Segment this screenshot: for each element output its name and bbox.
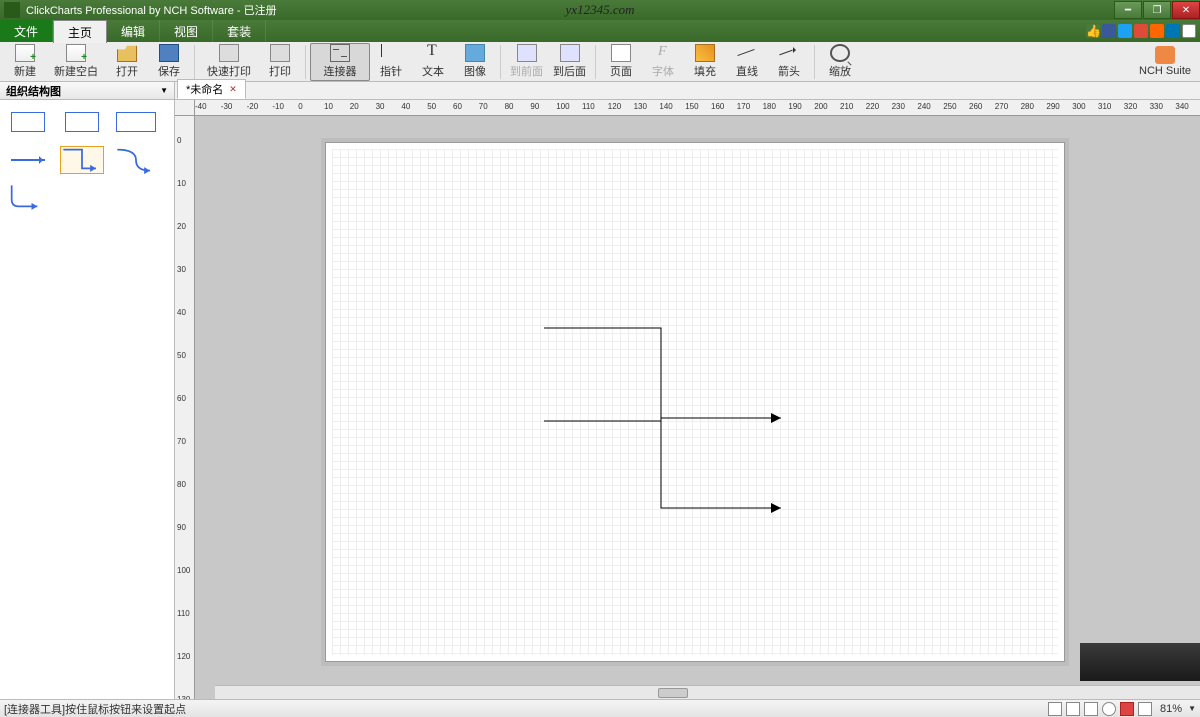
pointer-button[interactable]: 指针 xyxy=(370,43,412,81)
snap-icon[interactable] xyxy=(1066,702,1080,716)
social-icons: 👍 xyxy=(1086,20,1200,42)
grid-toggle-icon[interactable] xyxy=(1084,702,1098,716)
arrow-button[interactable]: 箭头 xyxy=(768,43,810,81)
shape-rect-1[interactable] xyxy=(6,108,50,136)
gplus-icon[interactable] xyxy=(1134,24,1148,38)
tab-suite[interactable]: 套装 xyxy=(213,20,266,42)
zoom-button[interactable]: 缩放 xyxy=(819,43,861,81)
zoom-level[interactable]: 81% xyxy=(1160,703,1182,715)
tab-home[interactable]: 主页 xyxy=(53,20,107,43)
line-button[interactable]: 直线 xyxy=(726,43,768,81)
open-button[interactable]: 打开 xyxy=(106,43,148,81)
fill-button[interactable]: 填充 xyxy=(684,43,726,81)
magnifier-icon xyxy=(830,44,850,62)
shapes-panel-header[interactable]: 组织结构图 ▼ xyxy=(0,82,174,100)
save-button[interactable]: 保存 xyxy=(148,43,190,81)
document-tab-name: *未命名 xyxy=(186,81,223,97)
app-icon xyxy=(4,2,20,18)
shape-elbow-connector[interactable] xyxy=(60,146,104,174)
close-button[interactable]: ✕ xyxy=(1172,1,1200,19)
close-tab-icon[interactable]: ✕ xyxy=(229,84,237,95)
shapes-panel: 组织结构图 ▼ xyxy=(0,82,175,699)
shape-rect-3[interactable] xyxy=(114,108,158,136)
nch-suite-button[interactable]: NCH Suite xyxy=(1134,43,1196,81)
ruler-corner xyxy=(175,100,195,116)
canvas-viewport[interactable] xyxy=(195,116,1200,699)
linkedin-icon[interactable] xyxy=(1166,24,1180,38)
connector-button[interactable]: 连接器 xyxy=(310,43,370,81)
bring-front-icon xyxy=(517,44,537,62)
document-tabs: *未命名 ✕ xyxy=(175,82,1200,100)
tab-view[interactable]: 视图 xyxy=(160,20,213,42)
facebook-icon[interactable] xyxy=(1102,24,1116,38)
ribbon-toolbar: 新建 新建空白 打开 保存 快速打印 打印 连接器 指针 文本 图像 到前面 到… xyxy=(0,42,1200,82)
status-bar: [连接器工具]按住鼠标按钮来设置起点 81% ▼ xyxy=(0,699,1200,717)
twitter-icon[interactable] xyxy=(1118,24,1132,38)
font-button[interactable]: 字体 xyxy=(642,43,684,81)
print-button[interactable]: 打印 xyxy=(259,43,301,81)
horizontal-ruler: -40-30-20-100102030405060708090100110120… xyxy=(195,100,1200,116)
record-icon[interactable] xyxy=(1120,702,1134,716)
floppy-icon xyxy=(159,44,179,62)
histogram-overlay xyxy=(1080,643,1200,681)
layers-icon[interactable] xyxy=(1138,702,1152,716)
printer-icon xyxy=(270,44,290,62)
watermark: yx12345.com xyxy=(566,2,635,18)
new-button[interactable]: 新建 xyxy=(4,43,46,81)
doc-plus-icon xyxy=(15,44,35,62)
fill-icon xyxy=(695,44,715,62)
printer-quick-icon xyxy=(219,44,239,62)
new-blank-button[interactable]: 新建空白 xyxy=(46,43,106,81)
doc-blank-icon xyxy=(66,44,86,62)
folder-open-icon xyxy=(117,44,137,62)
image-icon xyxy=(465,44,485,62)
text-button[interactable]: 文本 xyxy=(412,43,454,81)
arrow-icon xyxy=(779,44,799,62)
select-mode-icon[interactable] xyxy=(1048,702,1062,716)
shape-curve-connector[interactable] xyxy=(114,146,158,174)
shape-elbow-down[interactable] xyxy=(6,184,50,212)
maximize-button[interactable]: ❐ xyxy=(1143,1,1171,19)
page-button[interactable]: 页面 xyxy=(600,43,642,81)
status-text: [连接器工具]按住鼠标按钮来设置起点 xyxy=(4,701,186,717)
page[interactable] xyxy=(325,142,1065,662)
text-icon xyxy=(423,44,443,62)
chevron-down-icon: ▼ xyxy=(160,86,168,95)
vertical-ruler: 0102030405060708090100110120130 xyxy=(175,116,195,699)
document-tab[interactable]: *未命名 ✕ xyxy=(177,79,246,99)
drawing-content xyxy=(326,143,1066,663)
shape-rect-2[interactable] xyxy=(60,108,104,136)
mail-icon[interactable] xyxy=(1182,24,1196,38)
line-icon xyxy=(737,44,757,62)
shapes-panel-title: 组织结构图 xyxy=(6,83,61,99)
rss-icon[interactable] xyxy=(1150,24,1164,38)
tab-edit[interactable]: 编辑 xyxy=(107,20,160,42)
menu-bar: 文件 主页 编辑 视图 套装 👍 xyxy=(0,20,1200,42)
preview-icon[interactable] xyxy=(1102,702,1116,716)
quick-print-button[interactable]: 快速打印 xyxy=(199,43,259,81)
zoom-dropdown-icon[interactable]: ▼ xyxy=(1188,704,1196,713)
window-title: ClickCharts Professional by NCH Software… xyxy=(24,2,277,18)
connector-icon xyxy=(330,44,350,62)
thumbsup-icon[interactable]: 👍 xyxy=(1086,24,1100,38)
title-bar: ClickCharts Professional by NCH Software… xyxy=(0,0,1200,20)
to-back-button[interactable]: 到后面 xyxy=(548,43,591,81)
to-front-button[interactable]: 到前面 xyxy=(505,43,548,81)
pointer-icon xyxy=(381,44,401,62)
menu-file[interactable]: 文件 xyxy=(0,20,53,42)
nch-icon xyxy=(1155,46,1175,64)
horizontal-scrollbar[interactable] xyxy=(215,685,1200,699)
font-icon xyxy=(653,44,673,62)
image-button[interactable]: 图像 xyxy=(454,43,496,81)
shape-straight-arrow[interactable] xyxy=(6,146,50,174)
page-icon xyxy=(611,44,631,62)
send-back-icon xyxy=(560,44,580,62)
minimize-button[interactable]: ━ xyxy=(1114,1,1142,19)
